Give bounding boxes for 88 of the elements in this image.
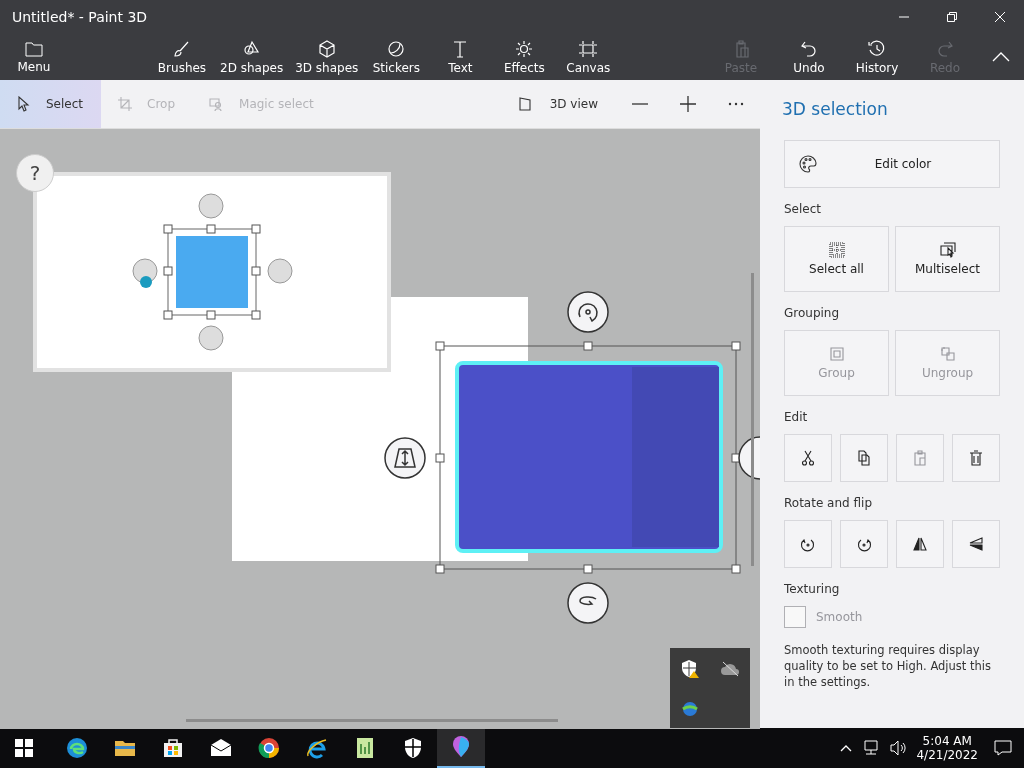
shapes2d-icon: [241, 39, 262, 58]
taskbar-app-button[interactable]: [437, 728, 485, 768]
collapse-icon[interactable]: [992, 52, 1010, 62]
resize-handle[interactable]: [731, 341, 741, 351]
toolbar-button[interactable]: History: [850, 35, 904, 79]
ungroup-icon: [939, 346, 956, 362]
toolbar-tab[interactable]: Brushes: [152, 35, 212, 79]
resize-handle[interactable]: [435, 564, 445, 574]
resize-handle[interactable]: [435, 341, 445, 351]
globe-sync-icon[interactable]: [681, 699, 699, 718]
panel-button[interactable]: Multiselect: [895, 226, 1000, 292]
more-icon[interactable]: [728, 102, 744, 106]
notification-icon[interactable]: [994, 740, 1012, 756]
toolbar-tab[interactable]: Stickers: [366, 35, 427, 79]
resize-handle[interactable]: [435, 453, 445, 463]
rotate-handle-icon[interactable]: [567, 291, 609, 333]
effects-icon: [514, 39, 535, 58]
delete-button[interactable]: [952, 434, 1000, 482]
start-icon[interactable]: [15, 739, 33, 757]
zoom-in-icon[interactable]: [680, 96, 696, 112]
rotr-icon: [856, 536, 872, 552]
toolbar-tab[interactable]: Effects: [494, 35, 555, 79]
paste-icon: [912, 450, 928, 466]
close-icon[interactable]: [994, 11, 1006, 23]
section-heading: Texturing: [784, 582, 841, 596]
ie-app-icon: [305, 736, 329, 760]
sticker-icon: [386, 39, 407, 58]
vertical-scrollbar[interactable]: [751, 273, 754, 566]
fliph-icon: [912, 536, 928, 552]
flipv-icon: [968, 536, 984, 552]
fliph-button[interactable]: [896, 520, 944, 568]
resize-handle[interactable]: [583, 341, 593, 351]
redo-icon: [935, 39, 955, 58]
history-icon: [867, 39, 887, 58]
flipv-button[interactable]: [952, 520, 1000, 568]
panel-title: 3D selection: [782, 99, 889, 119]
section-heading: Edit: [784, 410, 809, 424]
edit-color-button[interactable]: Edit color: [784, 140, 1000, 188]
copy-icon: [856, 450, 872, 466]
window-title: Untitled* - Paint 3D: [12, 9, 148, 25]
section-heading: Grouping: [784, 306, 841, 320]
help-button[interactable]: ?: [16, 154, 54, 192]
palette-icon: [799, 155, 817, 173]
menu-button[interactable]: Menu: [0, 35, 68, 79]
group-icon: [828, 346, 845, 362]
toolbar-tab[interactable]: 3D shapes: [291, 35, 363, 79]
chevron-up-icon[interactable]: [840, 744, 853, 752]
toolbar-button[interactable]: Undo: [782, 35, 836, 79]
network-icon[interactable]: [862, 740, 881, 756]
horizontal-scrollbar[interactable]: [186, 719, 558, 722]
chrome-app-icon: [257, 736, 281, 760]
resize-handle[interactable]: [731, 564, 741, 574]
clock-time[interactable]: 5:04 AM: [922, 734, 972, 748]
canvas-icon: [578, 39, 599, 58]
selection-box[interactable]: [439, 345, 737, 570]
delete-icon: [968, 450, 984, 466]
section-heading: Select: [784, 202, 823, 216]
shield-warning-icon[interactable]: [680, 658, 700, 679]
panel-button[interactable]: Select all: [784, 226, 889, 292]
undo-icon: [799, 39, 819, 58]
cut-button[interactable]: [784, 434, 832, 482]
selectall-icon: [828, 242, 845, 258]
store-app-icon: [161, 736, 185, 760]
copy-button[interactable]: [840, 434, 888, 482]
resize-handle[interactable]: [731, 453, 741, 463]
cube-drawing[interactable]: [455, 361, 723, 553]
toolbar-tab[interactable]: 2D shapes: [216, 35, 288, 79]
edge-app-icon: [65, 736, 89, 760]
texturing-note: Smooth texturing requires display quality to be set to High. Adjust this in the settings.: [784, 642, 992, 690]
rotl-icon: [800, 536, 816, 552]
multi-icon: [939, 242, 956, 258]
section-heading: Rotate and flip: [784, 496, 873, 510]
tilt-handle-icon[interactable]: [384, 437, 426, 479]
shapes3d-icon: [316, 39, 337, 58]
3d-view-button[interactable]: 3D view: [501, 80, 616, 128]
select-icon: [16, 96, 32, 112]
cloud-offline-icon[interactable]: [720, 660, 740, 677]
clock-date[interactable]: 4/21/2022: [916, 748, 978, 762]
select-tool-tab[interactable]: Select: [0, 80, 102, 128]
resize-handle[interactable]: [583, 564, 593, 574]
toolbar-tab[interactable]: Text: [430, 35, 491, 79]
folder-icon: [25, 40, 43, 57]
crop-icon: [117, 96, 134, 112]
spin-handle-icon[interactable]: [567, 582, 609, 624]
restore-icon[interactable]: [946, 11, 958, 23]
toolbar-tab[interactable]: Canvas: [558, 35, 619, 79]
cut-icon: [800, 450, 816, 466]
volume-icon[interactable]: [890, 740, 909, 756]
